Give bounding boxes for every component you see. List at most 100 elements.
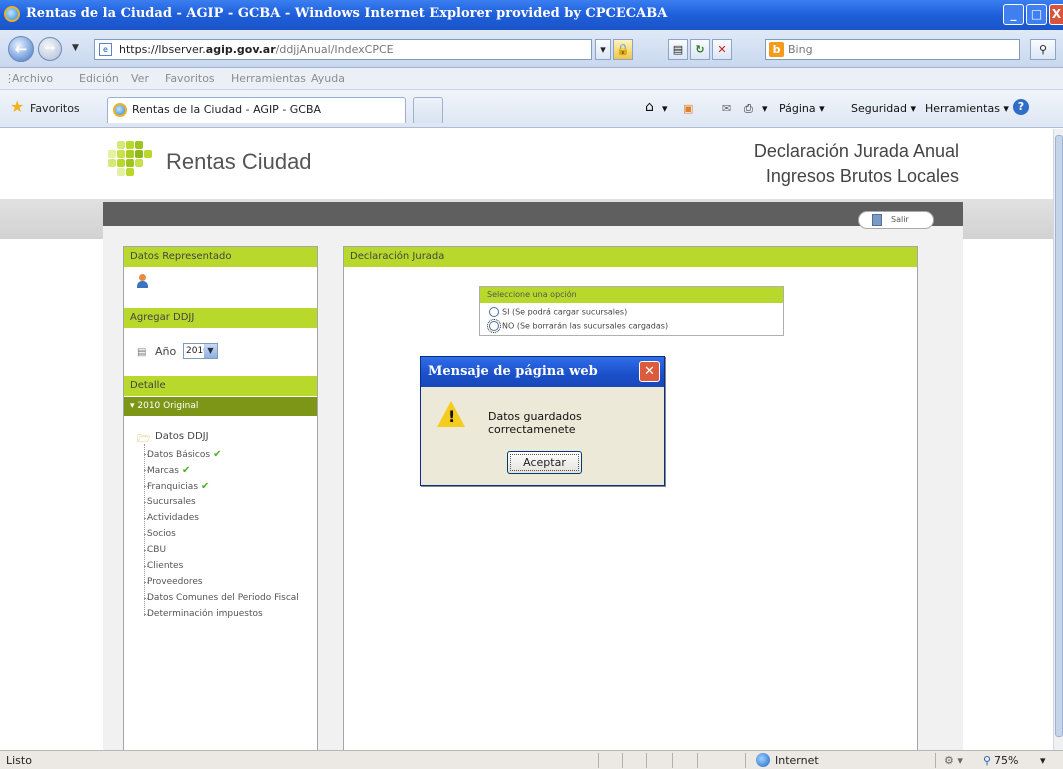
chevron-down-icon: ▼ [204, 344, 217, 358]
person-icon[interactable] [136, 274, 148, 288]
refresh-icon[interactable]: ↻ [690, 39, 710, 60]
radio-no[interactable] [487, 319, 501, 333]
back-button[interactable]: ← [8, 36, 34, 62]
dialog-close-button[interactable]: ✕ [639, 361, 660, 382]
radio-si[interactable] [489, 307, 499, 317]
detalle-header: Detalle [124, 376, 317, 396]
datos-ddjj-folder[interactable]: Datos DDJJ [155, 431, 209, 442]
dialog-title: Mensaje de página web [421, 357, 664, 387]
warning-exclamation: ! [448, 407, 456, 426]
back-arrow-icon: ← [14, 40, 28, 58]
rentas-logo-icon [103, 137, 153, 181]
tree-item-franquicias[interactable]: Franquicias ✔ [143, 481, 209, 492]
document-icon: ▤ [137, 347, 147, 358]
mail-icon[interactable]: ✉ [722, 102, 731, 115]
menu-ver[interactable]: Ver [131, 72, 149, 85]
print-dropdown-icon[interactable]: ▾ [762, 102, 768, 115]
feeds-icon[interactable]: ▣ [683, 102, 693, 115]
message-dialog: Mensaje de página web ✕ ! Datos guardado… [420, 356, 665, 486]
close-window-button[interactable]: X [1049, 4, 1063, 25]
tab-rentas[interactable]: Rentas de la Ciudad - AGIP - GCBA [107, 97, 406, 123]
url-prefix: https://lbserver. [119, 43, 206, 56]
compatibility-view-icon[interactable]: ▤ [668, 39, 688, 60]
search-placeholder: Bing [788, 43, 813, 56]
anio-select[interactable]: 2010 ▼ [183, 343, 218, 359]
window-title: Rentas de la Ciudad - AGIP - GCBA - Wind… [26, 6, 668, 21]
tools-menu[interactable]: Herramientas ▾ [925, 102, 1009, 115]
maximize-button[interactable]: □ [1026, 4, 1047, 25]
internet-zone-icon [756, 753, 770, 767]
tree-item-sucursales[interactable]: Sucursales [144, 497, 196, 507]
zoom-icon[interactable]: ⚲ [983, 754, 991, 767]
scrollbar-thumb[interactable] [1055, 135, 1063, 737]
logout-button[interactable]: Salir [858, 211, 934, 229]
protected-mode-icon[interactable]: ⚙ ▾ [944, 754, 963, 767]
menu-edicion[interactable]: Edición [79, 72, 119, 85]
options-header: Seleccione una opción [480, 287, 783, 303]
address-toolbar: ← → ▼ e https://lbserver.agip.gov.ar/ddj… [0, 30, 1063, 68]
tree-item-clientes[interactable]: Clientes [143, 561, 183, 571]
menu-archivo[interactable]: Archivo [12, 72, 53, 85]
zoom-level[interactable]: 75% [994, 754, 1018, 767]
address-dropdown-button[interactable]: ▾ [595, 39, 611, 60]
help-icon[interactable]: ? [1013, 99, 1029, 115]
anio-label: Año [155, 345, 177, 358]
tree-item-actividades[interactable]: Actividades [144, 513, 199, 523]
search-button[interactable]: ⚲ [1030, 39, 1056, 60]
page-header-title: Declaración Jurada Anual Ingresos Brutos… [754, 139, 959, 189]
agregar-ddjj-header: Agregar DDJJ [124, 308, 317, 328]
tree-item-label: Datos Básicos [147, 450, 211, 460]
version-header[interactable]: ▾ 2010 Original [124, 397, 317, 416]
url-domain: agip.gov.ar [205, 43, 276, 56]
menu-favoritos[interactable]: Favoritos [165, 72, 215, 85]
ie-logo-icon [4, 6, 20, 22]
history-dropdown-icon[interactable]: ▼ [72, 43, 79, 53]
page-icon: e [99, 43, 112, 56]
header-line-1: Declaración Jurada Anual [753, 141, 959, 161]
check-icon: ✔ [213, 449, 222, 460]
tree-item-datos-basicos[interactable]: Datos Básicos ✔ [143, 449, 222, 460]
option-no[interactable]: NO (Se borrarán las sucursales cargadas) [487, 319, 668, 333]
datos-representado-header: Datos Representado [124, 247, 317, 267]
home-dropdown-icon[interactable]: ▾ [662, 102, 668, 115]
tree-item-socios[interactable]: Socios [144, 529, 176, 539]
brand-name: Rentas Ciudad [166, 149, 312, 174]
bing-icon: b [769, 42, 784, 57]
favorites-star-icon[interactable]: ★ [10, 99, 26, 115]
stop-icon[interactable]: ✕ [712, 39, 732, 60]
ie-tab-icon [113, 103, 127, 117]
menu-ayuda[interactable]: Ayuda [311, 72, 345, 85]
window-titlebar: Rentas de la Ciudad - AGIP - GCBA - Wind… [0, 0, 1063, 30]
menu-herramientas[interactable]: Herramientas [231, 72, 306, 85]
url-path: /ddjjAnual/IndexCPCE [275, 43, 394, 56]
option-si[interactable]: SI (Se podrá cargar sucursales) [489, 307, 627, 317]
tree-item-marcas[interactable]: Marcas ✔ [143, 465, 191, 476]
zoom-dropdown-icon[interactable]: ▾ [1040, 754, 1046, 767]
dialog-message: Datos guardados correctamenete [488, 410, 582, 436]
minimize-button[interactable]: _ [1003, 4, 1024, 25]
new-tab-button[interactable] [413, 97, 443, 123]
security-lock-icon[interactable]: 🔒 [613, 39, 633, 60]
tab-title: Rentas de la Ciudad - AGIP - GCBA [132, 103, 322, 116]
print-icon[interactable]: ⎙ [744, 102, 753, 116]
home-icon[interactable]: ⌂ [645, 99, 654, 115]
vertical-scrollbar[interactable] [1053, 129, 1063, 750]
page-menu[interactable]: Página ▾ [779, 102, 825, 115]
forward-arrow-icon: → [44, 41, 56, 56]
security-menu[interactable]: Seguridad ▾ [851, 102, 916, 115]
logout-door-icon [872, 214, 882, 226]
tree-item-cbu[interactable]: CBU [143, 545, 166, 555]
accept-button[interactable]: Aceptar [507, 451, 582, 474]
favorites-button[interactable]: Favoritos [30, 102, 80, 115]
address-input[interactable]: e https://lbserver.agip.gov.ar/ddjjAnual… [94, 39, 592, 60]
check-icon: ✔ [181, 465, 191, 476]
tree-item-label: Franquicias [147, 482, 199, 492]
tree-item-datos-comunes[interactable]: Datos Comunes del Periodo Fiscal [144, 593, 299, 603]
status-text: Listo [6, 754, 32, 767]
forward-button[interactable]: → [38, 37, 62, 61]
tree-item-determinacion[interactable]: Determinación impuestos [144, 609, 263, 619]
tree-item-proveedores[interactable]: Proveedores [144, 577, 203, 587]
search-input[interactable]: b Bing [765, 39, 1020, 60]
options-box: Seleccione una opción SI (Se podrá carga… [479, 286, 784, 336]
favorites-bar: ★ Favoritos Rentas de la Ciudad - AGIP -… [0, 90, 1063, 128]
